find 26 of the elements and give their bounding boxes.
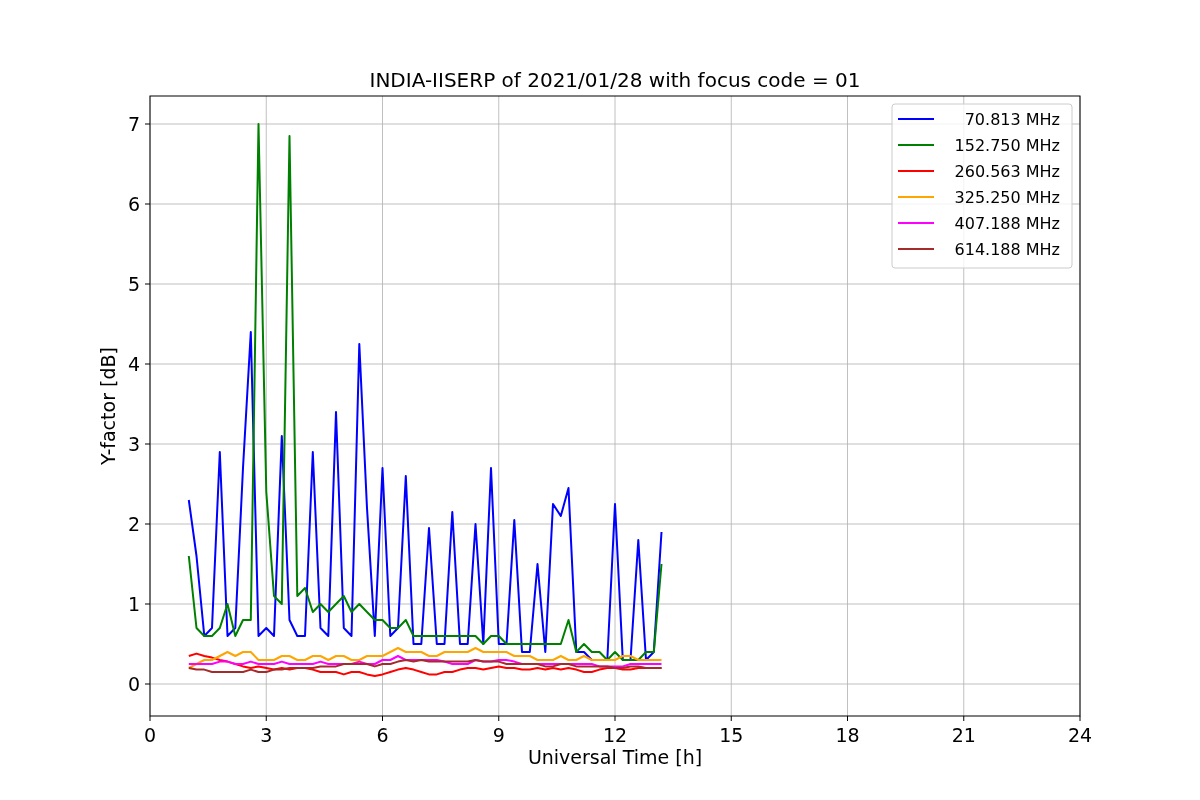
- legend-label: 70.813 MHz: [964, 110, 1060, 129]
- x-tick-label: 24: [1067, 724, 1093, 746]
- legend-label: 260.563 MHz: [954, 162, 1060, 181]
- y-tick-label: 2: [127, 513, 140, 535]
- x-tick-label: 21: [951, 724, 976, 746]
- y-tick-label: 1: [127, 593, 140, 615]
- legend-label: 152.750 MHz: [954, 136, 1060, 155]
- y-axis-label: Y-factor [dB]: [97, 347, 119, 465]
- y-tick-label: 6: [127, 193, 140, 215]
- x-tick-label: 12: [602, 724, 628, 746]
- y-tick-label: 0: [127, 673, 140, 695]
- y-tick-label: 3: [127, 433, 140, 455]
- legend-label: 407.188 MHz: [954, 214, 1060, 233]
- y-tick-label: 7: [127, 113, 140, 135]
- y-tick-label: 4: [127, 353, 140, 375]
- x-tick-label: 15: [719, 724, 744, 746]
- x-tick-label: 18: [835, 724, 860, 746]
- x-tick-label: 3: [260, 724, 273, 746]
- x-tick-label: 6: [376, 724, 389, 746]
- x-tick-label: 9: [492, 724, 505, 746]
- x-axis-label: Universal Time [h]: [527, 746, 703, 768]
- legend-label: 325.250 MHz: [954, 188, 1060, 207]
- chart-title: INDIA-IISERP of 2021/01/28 with focus code = 01: [369, 68, 861, 92]
- y-tick-label: 5: [127, 273, 140, 295]
- legend-label: 614.188 MHz: [954, 240, 1060, 259]
- x-tick-label: 0: [143, 724, 157, 746]
